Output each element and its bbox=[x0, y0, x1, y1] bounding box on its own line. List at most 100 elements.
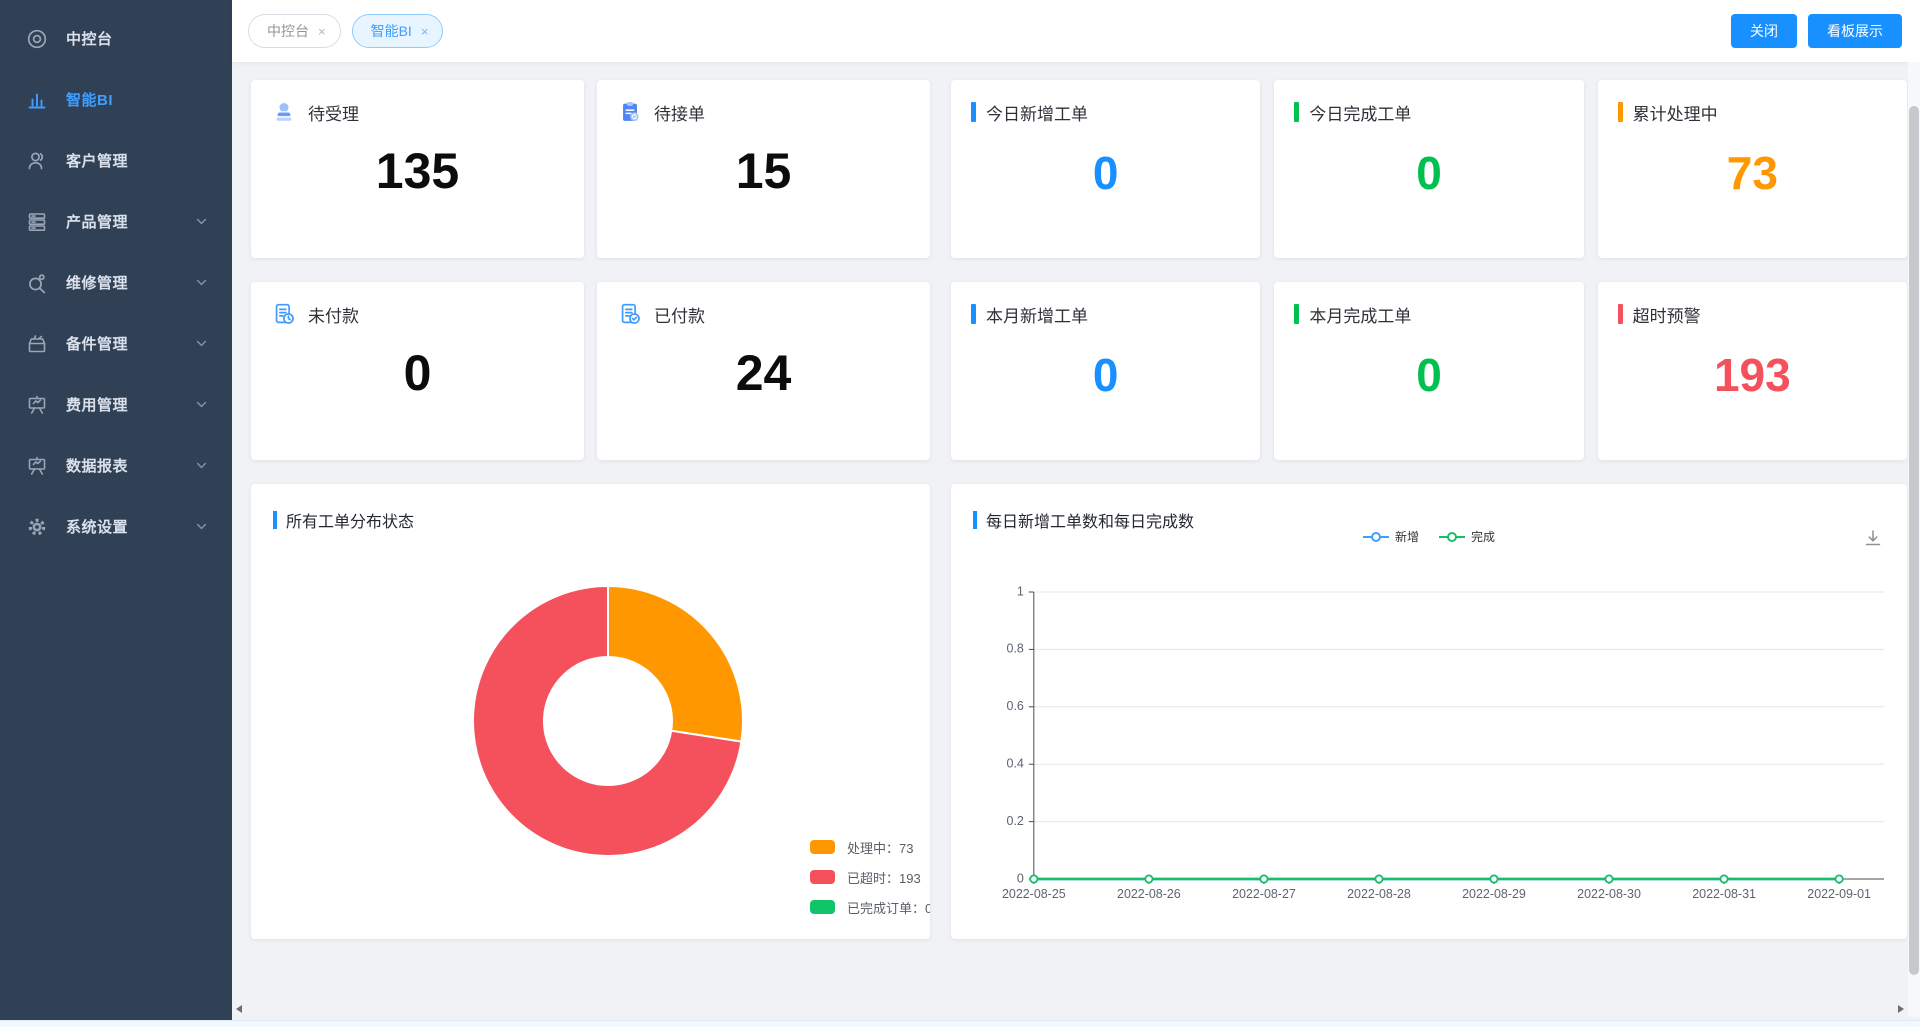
legend-label: 完成 bbox=[1471, 528, 1495, 545]
title-bar-marker bbox=[1294, 304, 1299, 324]
svg-text:0.2: 0.2 bbox=[1007, 814, 1024, 828]
bi-chart-icon bbox=[25, 88, 49, 112]
svg-text:1: 1 bbox=[1017, 584, 1024, 598]
stat-title: 未付款 bbox=[308, 302, 359, 327]
repair-icon bbox=[25, 271, 49, 295]
tab-bi[interactable]: 智能BI × bbox=[352, 14, 444, 48]
board-display-button[interactable]: 看板展示 bbox=[1808, 14, 1902, 48]
stat-card-overdue-alert: 超时预警 193 bbox=[1598, 282, 1907, 460]
scrollbar-thumb[interactable] bbox=[1909, 106, 1919, 975]
customer-icon bbox=[25, 149, 49, 173]
stat-card-month-new: 本月新增工单 0 bbox=[951, 282, 1260, 460]
stat-value: 0 bbox=[1294, 146, 1563, 200]
stat-group: 未付款 0 已付款 24 bbox=[251, 282, 930, 460]
close-button[interactable]: 关闭 bbox=[1731, 14, 1797, 48]
stat-title: 已付款 bbox=[654, 302, 705, 327]
stat-card-today-done: 今日完成工单 0 bbox=[1274, 80, 1583, 258]
stat-card-unpaid: 未付款 0 bbox=[251, 282, 584, 460]
sidebar-item-spareparts[interactable]: 备件管理 bbox=[0, 313, 232, 374]
tab-console[interactable]: 中控台 × bbox=[248, 14, 341, 48]
title-bar-marker bbox=[1618, 304, 1623, 324]
dashboard-content: 待受理 135 待接单 15 今日新增工单 0 今日完成工单 0 bbox=[232, 62, 1920, 1027]
spareparts-icon bbox=[25, 332, 49, 356]
expense-icon bbox=[25, 393, 49, 417]
stat-card-pending-order: 待接单 15 bbox=[597, 80, 930, 258]
sidebar-item-console[interactable]: 中控台 bbox=[0, 8, 232, 69]
sidebar-item-bi[interactable]: 智能BI bbox=[0, 69, 232, 130]
charts-row: 所有工单分布状态 处理中：73已超时：193已完成订单：0 每日新增工单数和每日… bbox=[251, 484, 1907, 939]
sidebar-item-customers[interactable]: 客户管理 bbox=[0, 130, 232, 191]
stat-card-today-new: 今日新增工单 0 bbox=[951, 80, 1260, 258]
clipboard-icon bbox=[617, 99, 643, 125]
sidebar-item-label: 数据报表 bbox=[66, 455, 128, 476]
legend-label: 新增 bbox=[1395, 528, 1419, 545]
svg-text:0.6: 0.6 bbox=[1007, 699, 1024, 713]
scroll-right-arrow-icon[interactable] bbox=[1898, 1005, 1904, 1013]
product-icon bbox=[25, 210, 49, 234]
stat-value: 0 bbox=[971, 146, 1240, 200]
tabbar-actions: 关闭 看板展示 bbox=[1731, 14, 1902, 48]
sidebar-item-reports[interactable]: 数据报表 bbox=[0, 435, 232, 496]
stat-value: 15 bbox=[617, 144, 910, 198]
line-chart-legend: 新增 完成 bbox=[951, 528, 1907, 545]
chart-title: 所有工单分布状态 bbox=[286, 508, 414, 532]
legend-item[interactable]: 已超时：193 bbox=[810, 866, 930, 888]
vertical-scrollbar[interactable] bbox=[1908, 62, 1920, 1017]
stat-title: 本月完成工单 bbox=[1309, 302, 1411, 327]
tab-label: 中控台 bbox=[267, 21, 309, 41]
stat-group: 本月新增工单 0 本月完成工单 0 超时预警 193 bbox=[951, 282, 1907, 460]
sidebar-item-label: 系统设置 bbox=[66, 516, 128, 537]
chevron-down-icon bbox=[195, 459, 208, 472]
stat-title: 待接单 bbox=[654, 100, 705, 125]
title-bar-marker bbox=[971, 304, 976, 324]
chevron-down-icon bbox=[195, 337, 208, 350]
svg-text:2022-08-29: 2022-08-29 bbox=[1462, 887, 1526, 901]
sidebar-item-expenses[interactable]: 费用管理 bbox=[0, 374, 232, 435]
sidebar-item-label: 智能BI bbox=[66, 89, 113, 110]
stat-row-1: 待受理 135 待接单 15 今日新增工单 0 今日完成工单 0 bbox=[251, 80, 1907, 258]
stat-row-2: 未付款 0 已付款 24 本月新增工单 0 本月完成工单 0 bbox=[251, 282, 1907, 460]
chevron-down-icon bbox=[195, 398, 208, 411]
stat-group: 待受理 135 待接单 15 bbox=[251, 80, 930, 258]
close-icon[interactable]: × bbox=[421, 25, 429, 38]
svg-text:2022-08-31: 2022-08-31 bbox=[1692, 887, 1756, 901]
scroll-left-arrow-icon[interactable] bbox=[236, 1005, 242, 1013]
line-chart[interactable]: 00.20.40.60.812022-08-252022-08-262022-0… bbox=[951, 484, 1907, 939]
legend-item[interactable]: 新增 bbox=[1363, 528, 1419, 545]
legend-item[interactable]: 已完成订单：0 bbox=[810, 896, 930, 918]
stamp-icon bbox=[271, 99, 297, 125]
donut-legend: 处理中：73 已超时：193 已完成订单：0 bbox=[810, 836, 930, 926]
sidebar-item-settings[interactable]: 系统设置 bbox=[0, 496, 232, 557]
sidebar: 中控台 智能BI 客户管理 产品管理 维修管理 备件管理 费用管理 数据报表 bbox=[0, 0, 232, 1027]
stat-value: 24 bbox=[617, 346, 910, 400]
stat-card-month-done: 本月完成工单 0 bbox=[1274, 282, 1583, 460]
stat-value: 0 bbox=[1294, 348, 1563, 402]
chevron-down-icon bbox=[195, 520, 208, 533]
sidebar-item-repairs[interactable]: 维修管理 bbox=[0, 252, 232, 313]
download-icon[interactable] bbox=[1863, 528, 1883, 553]
close-icon[interactable]: × bbox=[318, 25, 326, 38]
report-icon bbox=[25, 454, 49, 478]
svg-text:2022-08-26: 2022-08-26 bbox=[1117, 887, 1181, 901]
window-bottom-edge bbox=[0, 1020, 1920, 1027]
svg-text:2022-09-01: 2022-09-01 bbox=[1807, 887, 1871, 901]
main-area: 中控台 × 智能BI × 关闭 看板展示 待受理 135 bbox=[232, 0, 1920, 1027]
legend-label: 已完成订单：0 bbox=[847, 898, 930, 917]
title-bar-marker bbox=[971, 102, 976, 122]
sidebar-item-label: 备件管理 bbox=[66, 333, 128, 354]
horizontal-scrollbar[interactable] bbox=[232, 1001, 1908, 1017]
svg-text:2022-08-27: 2022-08-27 bbox=[1232, 887, 1296, 901]
legend-swatch bbox=[810, 870, 835, 884]
legend-marker bbox=[1439, 531, 1465, 543]
sidebar-item-label: 中控台 bbox=[66, 28, 113, 49]
svg-text:2022-08-30: 2022-08-30 bbox=[1577, 887, 1641, 901]
legend-item[interactable]: 完成 bbox=[1439, 528, 1495, 545]
legend-swatch bbox=[810, 840, 835, 854]
legend-item[interactable]: 处理中：73 bbox=[810, 836, 930, 858]
svg-text:0.8: 0.8 bbox=[1007, 642, 1024, 656]
stat-card-pending-accept: 待受理 135 bbox=[251, 80, 584, 258]
sidebar-item-products[interactable]: 产品管理 bbox=[0, 191, 232, 252]
app-window: 中控台 智能BI 客户管理 产品管理 维修管理 备件管理 费用管理 数据报表 bbox=[0, 0, 1920, 1027]
tab-list: 中控台 × 智能BI × bbox=[248, 14, 443, 48]
stat-card-total-processing: 累计处理中 73 bbox=[1598, 80, 1907, 258]
